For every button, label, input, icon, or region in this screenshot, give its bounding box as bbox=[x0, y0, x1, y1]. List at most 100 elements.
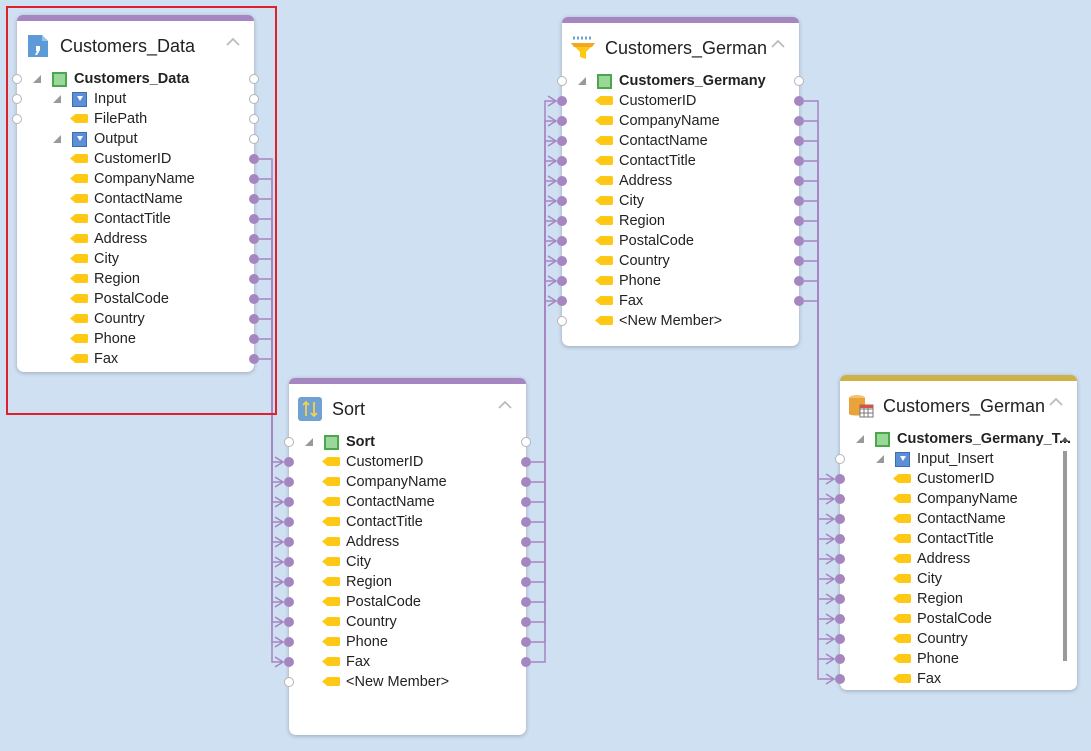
left-port[interactable] bbox=[284, 517, 294, 527]
connection-line[interactable] bbox=[531, 260, 556, 623]
left-port[interactable] bbox=[284, 537, 294, 547]
left-port[interactable] bbox=[835, 654, 845, 664]
left-port[interactable] bbox=[835, 494, 845, 504]
tree-row[interactable]: Sort bbox=[284, 432, 531, 452]
right-port[interactable] bbox=[521, 477, 531, 487]
left-port[interactable] bbox=[835, 634, 845, 644]
connection-line[interactable] bbox=[531, 220, 556, 583]
left-port[interactable] bbox=[557, 236, 567, 246]
connection-line[interactable] bbox=[531, 200, 556, 563]
tree-row[interactable]: ContactTitle bbox=[557, 151, 804, 171]
connection-line[interactable] bbox=[804, 100, 834, 480]
left-port[interactable] bbox=[557, 176, 567, 186]
right-port[interactable] bbox=[794, 216, 804, 226]
tree-row[interactable]: ContactName bbox=[284, 492, 531, 512]
left-port[interactable] bbox=[284, 657, 294, 667]
tree-row[interactable]: PostalCode bbox=[835, 609, 1077, 629]
right-port[interactable] bbox=[521, 557, 531, 567]
left-port[interactable] bbox=[835, 454, 845, 464]
tree-row[interactable]: City bbox=[284, 552, 531, 572]
left-port[interactable] bbox=[284, 637, 294, 647]
collapse-chevron-icon[interactable] bbox=[498, 398, 512, 412]
tree-row[interactable]: Address bbox=[835, 549, 1077, 569]
right-port[interactable] bbox=[794, 156, 804, 166]
left-port[interactable] bbox=[284, 577, 294, 587]
right-port[interactable] bbox=[794, 176, 804, 186]
left-port[interactable] bbox=[284, 557, 294, 567]
tree-row[interactable]: ContactName bbox=[557, 131, 804, 151]
right-port[interactable] bbox=[521, 637, 531, 647]
tree-row[interactable]: City bbox=[557, 191, 804, 211]
left-port[interactable] bbox=[284, 597, 294, 607]
left-port[interactable] bbox=[557, 136, 567, 146]
left-port[interactable] bbox=[284, 477, 294, 487]
right-port[interactable] bbox=[794, 76, 804, 86]
tree-row[interactable]: Phone bbox=[835, 649, 1077, 669]
left-port[interactable] bbox=[835, 534, 845, 544]
tree-row[interactable]: Country bbox=[557, 251, 804, 271]
node-sort[interactable]: Sort Sort CustomerID CompanyName ContactNam… bbox=[284, 378, 531, 735]
tree-row[interactable]: CustomerID bbox=[835, 469, 1077, 489]
left-port[interactable] bbox=[835, 674, 845, 684]
right-port[interactable] bbox=[521, 457, 531, 467]
left-port[interactable] bbox=[284, 437, 294, 447]
left-port[interactable] bbox=[284, 617, 294, 627]
left-port[interactable] bbox=[557, 216, 567, 226]
right-port[interactable] bbox=[521, 617, 531, 627]
tree-row[interactable]: PostalCode bbox=[557, 231, 804, 251]
right-port[interactable] bbox=[521, 517, 531, 527]
left-port[interactable] bbox=[557, 276, 567, 286]
right-port[interactable] bbox=[794, 136, 804, 146]
tree-row[interactable]: ContactName bbox=[835, 509, 1077, 529]
tree-row[interactable]: Fax bbox=[284, 652, 531, 672]
tree-row[interactable]: CompanyName bbox=[284, 472, 531, 492]
right-port[interactable] bbox=[521, 657, 531, 667]
tree-row[interactable]: Country bbox=[835, 629, 1077, 649]
left-port[interactable] bbox=[557, 256, 567, 266]
tree-row[interactable]: ContactTitle bbox=[284, 512, 531, 532]
connection-line[interactable] bbox=[804, 120, 834, 500]
expand-toggle-icon[interactable] bbox=[578, 77, 586, 85]
tree-row[interactable]: Customers_Germany bbox=[557, 71, 804, 91]
left-port[interactable] bbox=[557, 196, 567, 206]
tree-row[interactable]: Phone bbox=[284, 632, 531, 652]
left-port[interactable] bbox=[835, 474, 845, 484]
collapse-chevron-icon[interactable] bbox=[771, 37, 785, 51]
tree-row[interactable]: Fax bbox=[835, 669, 1077, 689]
tree-row[interactable]: Region bbox=[557, 211, 804, 231]
right-port[interactable] bbox=[794, 256, 804, 266]
right-port[interactable] bbox=[521, 497, 531, 507]
right-port[interactable] bbox=[794, 236, 804, 246]
connection-line[interactable] bbox=[531, 240, 556, 603]
tree-row[interactable]: CompanyName bbox=[557, 111, 804, 131]
right-port[interactable] bbox=[794, 196, 804, 206]
tree-row[interactable]: CustomerID bbox=[557, 91, 804, 111]
tree-row[interactable]: Address bbox=[557, 171, 804, 191]
right-port[interactable] bbox=[521, 437, 531, 447]
connection-line[interactable] bbox=[531, 160, 556, 523]
node-filter-customers-germany[interactable]: Customers_Germany Customers_Germany Custo… bbox=[557, 17, 804, 346]
left-port[interactable] bbox=[284, 497, 294, 507]
expand-toggle-icon[interactable] bbox=[876, 455, 884, 463]
tree-row[interactable]: <New Member> bbox=[557, 311, 799, 331]
right-port[interactable] bbox=[794, 276, 804, 286]
left-port[interactable] bbox=[835, 574, 845, 584]
left-port[interactable] bbox=[284, 677, 294, 687]
left-port[interactable] bbox=[284, 457, 294, 467]
left-port[interactable] bbox=[557, 316, 567, 326]
tree-row[interactable]: ContactTitle bbox=[835, 529, 1077, 549]
connection-line[interactable] bbox=[804, 140, 834, 520]
left-port[interactable] bbox=[557, 156, 567, 166]
tree-row[interactable]: CompanyName bbox=[835, 489, 1077, 509]
left-port[interactable] bbox=[557, 76, 567, 86]
collapse-chevron-icon[interactable] bbox=[1049, 395, 1063, 409]
left-port[interactable] bbox=[835, 514, 845, 524]
scrollbar-thumb[interactable] bbox=[1063, 451, 1067, 661]
tree-row[interactable]: Customers_Germany_T... bbox=[840, 429, 1077, 449]
left-port[interactable] bbox=[557, 296, 567, 306]
scroll-up-arrow[interactable] bbox=[1061, 437, 1069, 442]
tree-row[interactable]: <New Member> bbox=[284, 672, 526, 692]
expand-toggle-icon[interactable] bbox=[305, 438, 313, 446]
tree-row[interactable]: PostalCode bbox=[284, 592, 531, 612]
right-port[interactable] bbox=[794, 116, 804, 126]
